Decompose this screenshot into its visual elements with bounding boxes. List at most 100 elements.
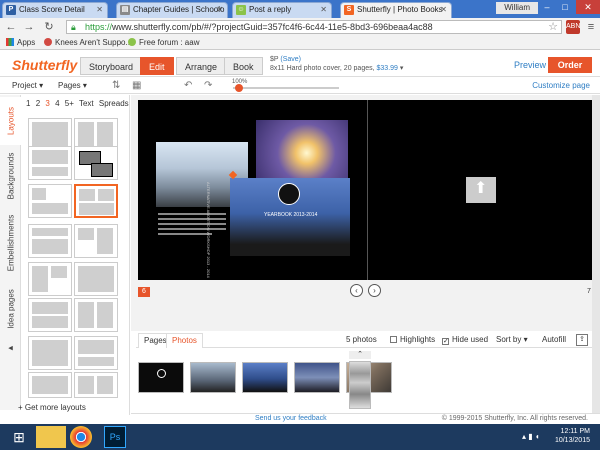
- page-scrollbar[interactable]: [592, 95, 600, 413]
- layout-thumbnail[interactable]: [74, 262, 118, 296]
- text-block[interactable]: [158, 210, 226, 246]
- tab-favicon-icon: P: [6, 5, 16, 15]
- grid-icon[interactable]: ▦: [132, 78, 141, 93]
- tray-photo-yearbook[interactable]: [138, 362, 184, 393]
- tray-photo-dusk[interactable]: [294, 362, 340, 393]
- browser-tab-class-score[interactable]: P Class Score Detail ✕: [2, 2, 108, 18]
- preview-link[interactable]: Preview: [514, 60, 546, 70]
- bookmark-knees[interactable]: Knees Aren't Suppo...: [44, 36, 132, 49]
- hide-used-toggle[interactable]: ✓ Hide used: [442, 333, 488, 347]
- plus-icon: +: [18, 403, 23, 412]
- photoshop-icon[interactable]: Ps: [104, 426, 126, 448]
- previous-page-button[interactable]: ‹: [350, 284, 363, 297]
- layout-thumbnail[interactable]: [74, 224, 118, 258]
- add-photo-placeholder[interactable]: ⬆: [466, 177, 496, 203]
- system-tray-icons[interactable]: ▴ ▮ ◖: [522, 432, 540, 441]
- forward-arrow-icon[interactable]: →: [22, 20, 36, 34]
- layout-thumbnail[interactable]: [28, 224, 72, 258]
- close-tab-icon[interactable]: ✕: [96, 3, 103, 17]
- close-tab-icon[interactable]: ✕: [216, 3, 223, 17]
- layout-thumbnail[interactable]: [28, 298, 72, 332]
- redo-icon[interactable]: ↷: [204, 78, 212, 93]
- page-footer: Send us your feedback © 1999-2015 Shutte…: [131, 413, 600, 423]
- layout-thumbnail[interactable]: [74, 298, 118, 332]
- maximize-icon[interactable]: □: [556, 0, 574, 14]
- layout-thumbnail[interactable]: [28, 146, 72, 180]
- chevron-down-icon[interactable]: ▾: [400, 65, 404, 72]
- product-price[interactable]: $33.99: [377, 65, 398, 72]
- layout-thumbnail[interactable]: [28, 184, 72, 218]
- menu-icon[interactable]: ≡: [584, 20, 598, 34]
- browser-user-badge[interactable]: William: [496, 2, 538, 14]
- tab-arrange[interactable]: Arrange: [176, 57, 227, 75]
- system-clock[interactable]: 12:11 PM 10/13/2015: [555, 427, 590, 445]
- bookmark-free-forum[interactable]: Free forum : aaw: [128, 36, 199, 49]
- filter-4[interactable]: 4: [55, 99, 59, 108]
- layout-thumbnail[interactable]: [28, 372, 72, 398]
- minimize-icon[interactable]: –: [538, 0, 556, 14]
- save-link[interactable]: (Save): [280, 56, 301, 63]
- tab-backgrounds[interactable]: Backgrounds: [0, 147, 21, 205]
- close-tab-icon[interactable]: ✕: [320, 3, 327, 17]
- tab-photos[interactable]: Photos: [166, 333, 203, 348]
- sort-icon[interactable]: ⇅: [112, 78, 120, 93]
- browser-tab-post-reply[interactable]: ☺ Post a reply ✕: [232, 2, 332, 18]
- bookmark-label: Free forum : aaw: [139, 38, 200, 47]
- tab-book[interactable]: Book: [224, 57, 263, 75]
- filter-3[interactable]: 3: [45, 99, 49, 108]
- photo-frame-yearbook-cover[interactable]: YEARBOOK 2013-2014: [230, 178, 350, 256]
- tab-storyboard[interactable]: Storyboard: [80, 57, 143, 75]
- photo-frame-candle[interactable]: [256, 120, 348, 180]
- highlights-checkbox[interactable]: [390, 336, 397, 343]
- next-page-button[interactable]: ›: [368, 284, 381, 297]
- layout-thumbnail[interactable]: [74, 372, 118, 398]
- filter-1[interactable]: 1: [26, 99, 30, 108]
- filter-spreads[interactable]: Spreads: [99, 99, 129, 108]
- highlights-toggle[interactable]: Highlights: [390, 333, 435, 347]
- filter-2[interactable]: 2: [36, 99, 40, 108]
- tray-photo-sky[interactable]: [190, 362, 236, 393]
- collapse-panel-icon[interactable]: ◂: [0, 339, 21, 357]
- layout-thumbnail[interactable]: [28, 336, 72, 370]
- bookmark-star-icon[interactable]: ☆: [546, 20, 560, 34]
- pages-menu[interactable]: Pages ▾: [58, 78, 87, 93]
- browser-tab-shutterfly[interactable]: S Shutterfly | Photo Books ✕: [340, 2, 452, 18]
- feedback-link[interactable]: Send us your feedback: [255, 414, 327, 424]
- hide-used-checkbox[interactable]: ✓: [442, 338, 449, 345]
- layout-thumbnail[interactable]: [74, 146, 118, 180]
- scroll-up-icon[interactable]: ⌃: [349, 351, 371, 359]
- get-more-layouts-button[interactable]: + Get more layouts: [18, 403, 86, 412]
- zoom-slider-handle[interactable]: [235, 84, 243, 92]
- customize-page-link[interactable]: Customize page: [532, 78, 590, 93]
- photo-upload-icon[interactable]: ⇪: [576, 334, 588, 346]
- project-menu[interactable]: Project ▾: [12, 78, 43, 93]
- tab-embellishments[interactable]: Embellishments: [0, 207, 21, 279]
- layout-thumbnail[interactable]: [28, 262, 72, 296]
- zoom-slider-track[interactable]: [233, 87, 339, 89]
- order-button[interactable]: Order: [548, 57, 592, 73]
- reload-icon[interactable]: ↻: [42, 20, 56, 34]
- browser-tab-chapter-guides[interactable]: ▤ Chapter Guides | Schoolo ✕: [116, 2, 228, 18]
- back-arrow-icon[interactable]: ←: [4, 20, 18, 34]
- layout-thumbnail[interactable]: [74, 336, 118, 370]
- layout-thumbnail-selected[interactable]: [74, 184, 118, 218]
- tray-photo-strip[interactable]: [349, 361, 371, 409]
- autofill-button[interactable]: Autofill: [542, 333, 566, 347]
- tab-idea-pages[interactable]: Idea pages: [0, 281, 21, 337]
- chrome-icon[interactable]: [70, 426, 92, 448]
- bookmark-apps[interactable]: Apps: [6, 36, 35, 49]
- tab-edit[interactable]: Edit: [140, 57, 174, 75]
- filter-text[interactable]: Text: [79, 99, 94, 108]
- filter-5-plus[interactable]: 5+: [65, 99, 74, 108]
- sort-by-menu[interactable]: Sort by ▾: [496, 333, 528, 347]
- window-close-icon[interactable]: ✕: [576, 0, 600, 14]
- tab-layouts[interactable]: Layouts: [0, 97, 21, 145]
- file-explorer-icon[interactable]: [36, 426, 66, 448]
- close-tab-icon[interactable]: ✕: [440, 3, 447, 17]
- tray-photo-trees[interactable]: [242, 362, 288, 393]
- undo-icon[interactable]: ↶: [184, 78, 192, 93]
- url-input[interactable]: 🔒︎ https://www.shutterfly.com/pb/#/?proj…: [66, 20, 562, 34]
- shutterfly-logo[interactable]: Shutterfly: [12, 57, 77, 73]
- windows-start-icon[interactable]: ⊞: [4, 426, 34, 448]
- extension-badge-icon[interactable]: ABN: [566, 20, 580, 34]
